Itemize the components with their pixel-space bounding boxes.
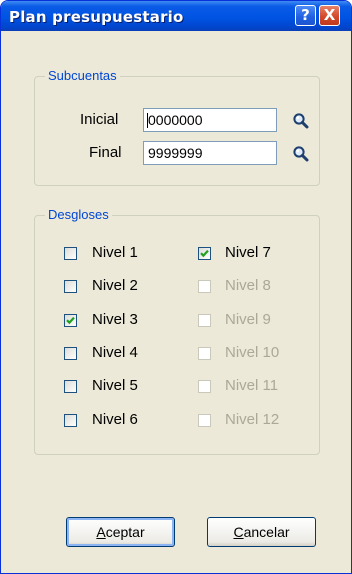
checkmark-icon <box>66 316 75 325</box>
checkbox-nivel-5[interactable] <box>64 380 77 393</box>
checkbox-nivel-7[interactable] <box>198 247 211 260</box>
help-button[interactable]: ? <box>295 5 316 26</box>
label-nivel-11: Nivel 11 <box>225 377 279 394</box>
checkbox-nivel-3[interactable] <box>64 314 77 327</box>
dialog-window: Plan presupuestario ? X Subcuentas Inici… <box>0 0 352 574</box>
final-account-value: 9999999 <box>148 145 203 161</box>
label-nivel-12: Nivel 12 <box>225 411 280 428</box>
checkbox-nivel-11 <box>198 380 211 393</box>
cancel-mnemonic: C <box>233 524 244 540</box>
close-button[interactable]: X <box>319 5 340 26</box>
window-title: Plan presupuestario <box>9 8 184 26</box>
accept-button[interactable]: Aceptar <box>66 517 175 547</box>
initial-account-value: 0000000 <box>148 112 203 128</box>
checkbox-nivel-10 <box>198 347 211 360</box>
label-nivel-7: Nivel 7 <box>225 244 271 261</box>
title-bar[interactable]: Plan presupuestario ? X <box>1 1 351 31</box>
final-label: Final <box>89 144 122 161</box>
search-final-icon[interactable] <box>292 145 310 163</box>
label-nivel-4: Nivel 4 <box>92 344 138 361</box>
label-nivel-9: Nivel 9 <box>225 311 271 328</box>
cancel-button[interactable]: Cancelar <box>207 517 316 547</box>
checkbox-nivel-12 <box>198 414 211 427</box>
checkbox-nivel-2[interactable] <box>64 280 77 293</box>
accept-label: ceptar <box>105 524 145 540</box>
checkbox-nivel-6[interactable] <box>64 414 77 427</box>
cancel-label: ancelar <box>243 524 290 540</box>
label-nivel-2: Nivel 2 <box>92 277 138 294</box>
checkmark-icon <box>200 249 209 258</box>
initial-label: Inicial <box>80 111 119 128</box>
search-initial-icon[interactable] <box>292 112 310 130</box>
label-nivel-5: Nivel 5 <box>92 377 138 394</box>
label-nivel-8: Nivel 8 <box>225 277 271 294</box>
checkbox-nivel-1[interactable] <box>64 247 77 260</box>
checkbox-nivel-4[interactable] <box>64 347 77 360</box>
final-account-input[interactable]: 9999999 <box>143 141 277 165</box>
label-nivel-3: Nivel 3 <box>92 311 138 328</box>
initial-account-input[interactable]: 0000000 <box>143 108 277 132</box>
label-nivel-6: Nivel 6 <box>92 411 138 428</box>
label-nivel-10: Nivel 10 <box>225 344 280 361</box>
checkbox-nivel-8 <box>198 280 211 293</box>
subcuentas-legend: Subcuentas <box>45 68 120 84</box>
desgloses-legend: Desgloses <box>45 207 112 223</box>
label-nivel-1: Nivel 1 <box>92 244 138 261</box>
accept-mnemonic: A <box>96 524 106 540</box>
checkbox-nivel-9 <box>198 314 211 327</box>
